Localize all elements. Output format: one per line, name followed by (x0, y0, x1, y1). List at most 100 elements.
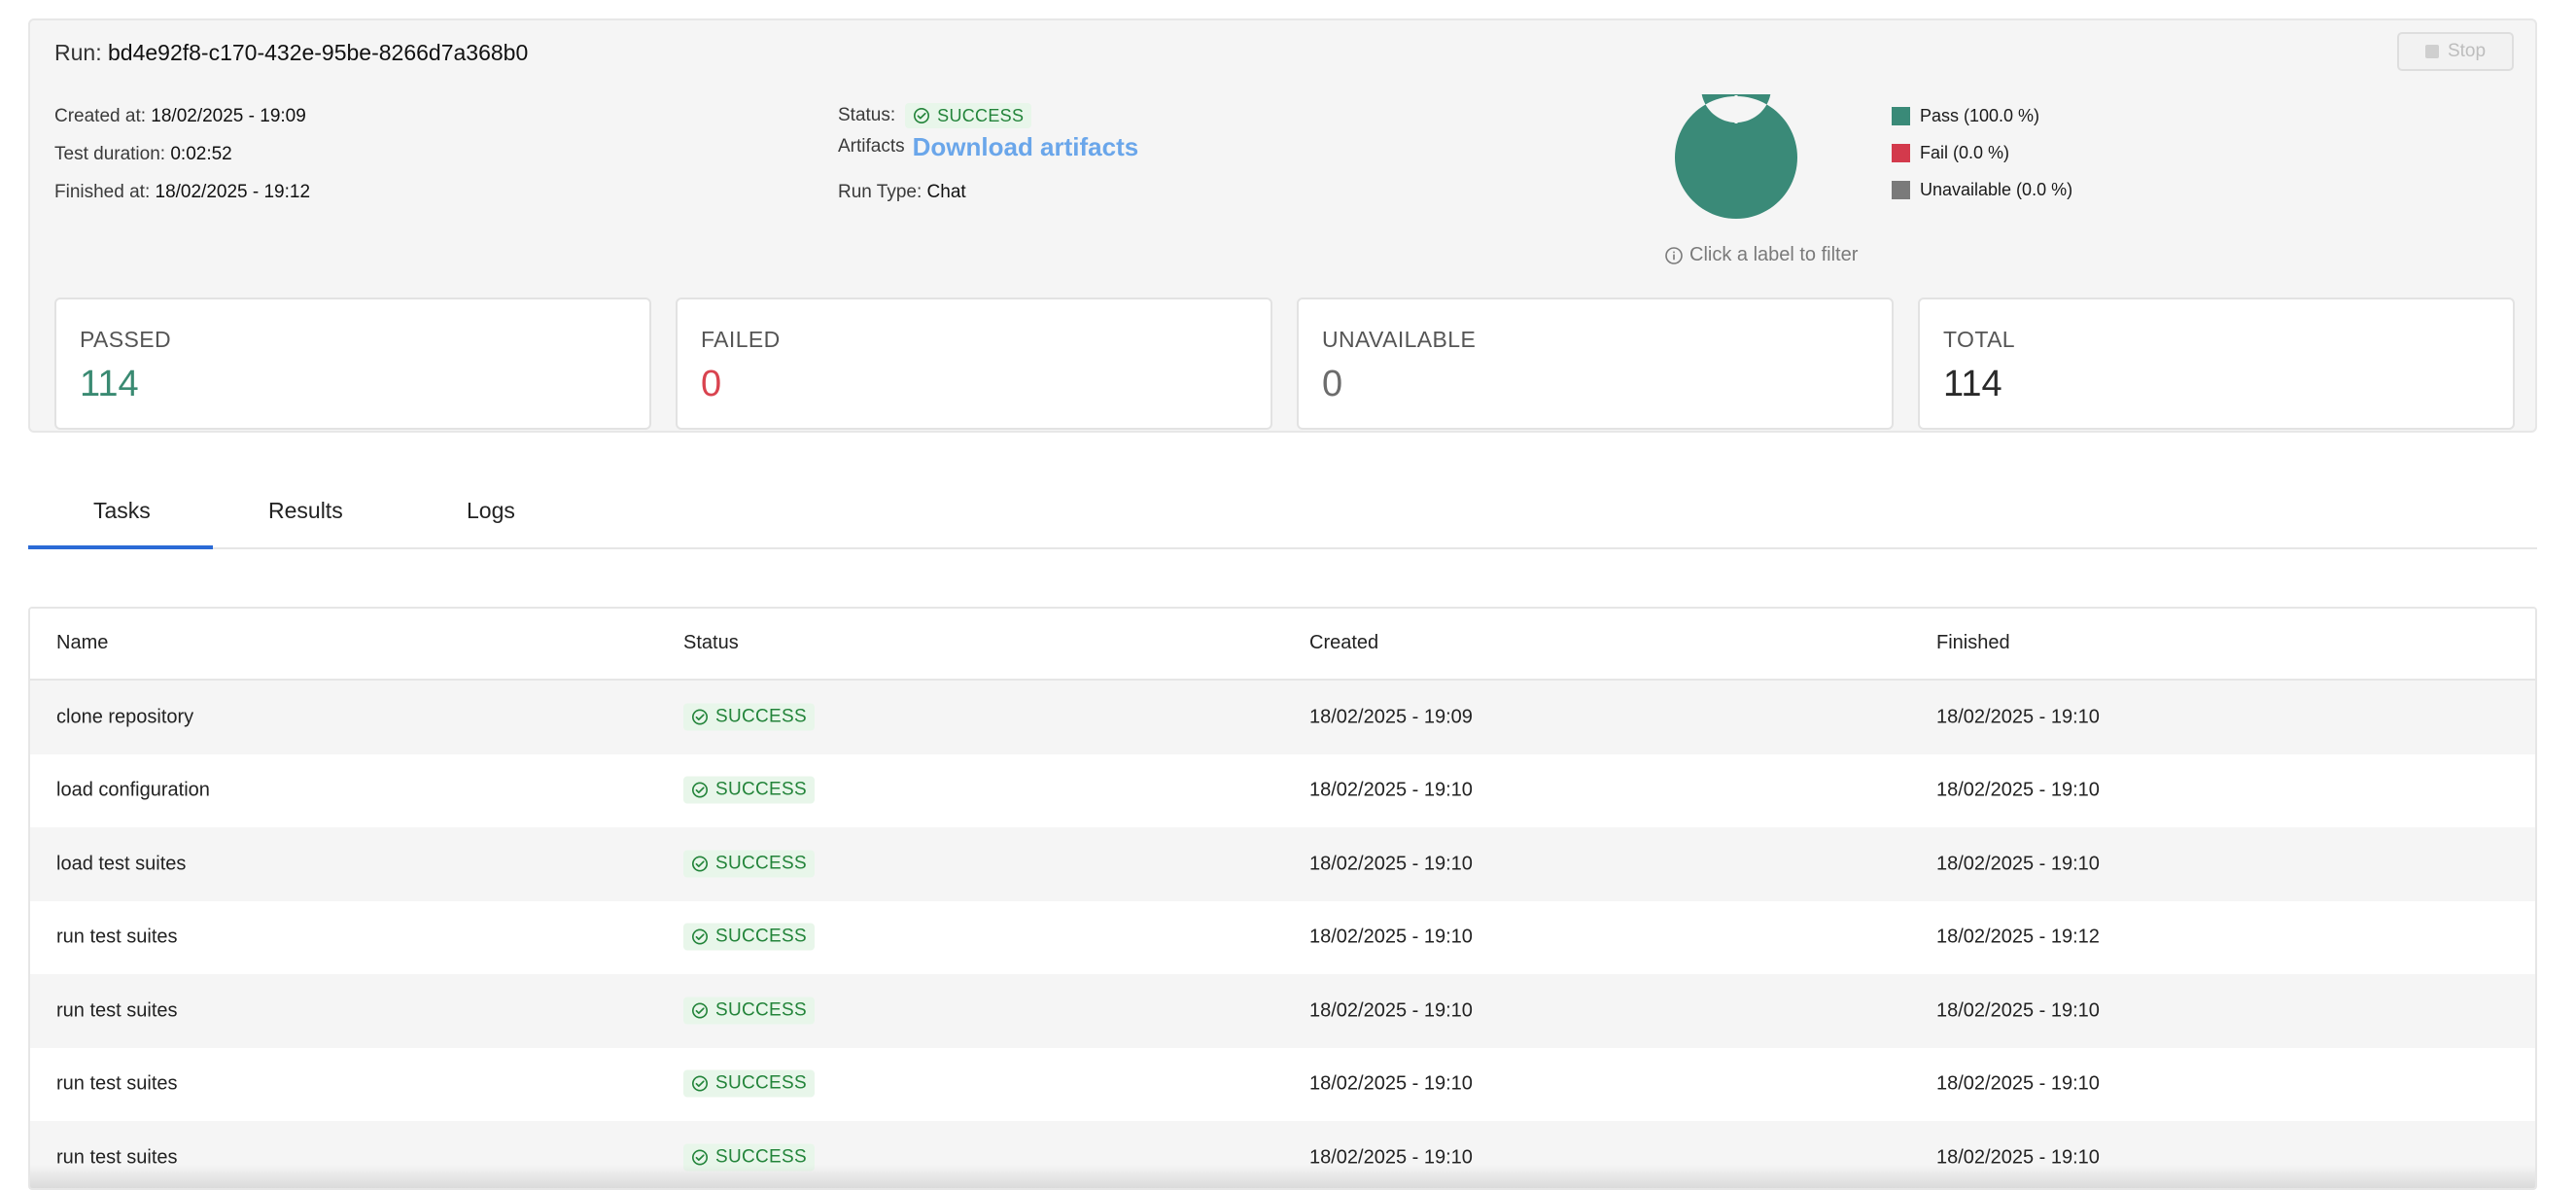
download-artifacts-link[interactable]: Download artifacts (913, 134, 1139, 159)
run-status-label: Status: (838, 105, 896, 125)
card-unavailable-label: UNAVAILABLE (1322, 327, 1477, 352)
created-at: Created at: 18/02/2025 - 19:09 (54, 107, 306, 126)
task-status: SUCCESS (683, 997, 815, 1025)
status-badge-text: SUCCESS (715, 706, 807, 727)
tab-logs[interactable]: Logs (467, 498, 515, 524)
run-status: Status: SUCCESS (838, 103, 1032, 128)
legend-swatch-unavailable (1892, 181, 1910, 199)
task-created: 18/02/2025 - 19:09 (1309, 706, 1473, 728)
stop-button[interactable]: Stop (2397, 32, 2514, 71)
run-type-label: Run Type: (838, 182, 922, 202)
check-circle-icon (691, 1002, 709, 1019)
task-finished: 18/02/2025 - 19:10 (1936, 999, 2100, 1022)
run-type: Run Type: Chat (838, 183, 966, 202)
legend-swatch-fail (1892, 144, 1910, 162)
legend-swatch-pass (1892, 107, 1910, 125)
card-passed-value: 114 (80, 364, 139, 404)
artifacts-label: Artifacts (838, 136, 905, 157)
legend-item-unavailable[interactable]: Unavailable (0.0 %) (1892, 180, 2072, 200)
check-circle-icon (691, 856, 709, 872)
task-status: SUCCESS (683, 923, 815, 952)
table-row[interactable]: run test suites SUCCESS 18/02/2025 - 19:10… (30, 1048, 2535, 1122)
status-badge: SUCCESS (683, 850, 815, 878)
status-badge-text: SUCCESS (715, 999, 807, 1021)
table-row[interactable]: load configuration SUCCESS 18/02/2025 - 19… (30, 754, 2535, 828)
task-name: load configuration (56, 779, 210, 801)
task-name: run test suites (56, 999, 178, 1022)
table-row[interactable]: load test suites SUCCESS 18/02/2025 - 19:1… (30, 827, 2535, 901)
status-badge-text: SUCCESS (715, 853, 807, 874)
task-status: SUCCESS (683, 1069, 815, 1099)
task-finished: 18/02/2025 - 19:10 (1936, 779, 2100, 801)
stop-square-icon (2424, 45, 2439, 58)
status-badge: SUCCESS (683, 997, 815, 1025)
table-row[interactable]: clone repository SUCCESS 18/02/2025 - 19:0… (30, 681, 2535, 754)
created-at-value: 18/02/2025 - 19:09 (151, 106, 306, 126)
filter-hint: Click a label to filter (1664, 244, 1858, 266)
table-header: Name Status Created Finished (30, 609, 2535, 681)
card-total-label: TOTAL (1943, 327, 2015, 352)
column-header-created[interactable]: Created (1309, 632, 1378, 654)
task-created: 18/02/2025 - 19:10 (1309, 779, 1473, 801)
task-name: run test suites (56, 926, 178, 948)
tab-bar: Tasks Results Logs (28, 476, 2537, 549)
status-badge: SUCCESS (683, 923, 815, 951)
card-passed: PASSED 114 (54, 298, 651, 430)
legend-label-pass: Pass (100.0 %) (1920, 106, 2040, 125)
finished-at: Finished at: 18/02/2025 - 19:12 (54, 183, 310, 202)
task-created: 18/02/2025 - 19:10 (1309, 926, 1473, 948)
card-failed-label: FAILED (701, 327, 781, 352)
run-label: Run: (54, 40, 102, 65)
check-circle-icon (691, 782, 709, 798)
card-failed: FAILED 0 (676, 298, 1272, 430)
task-name: load test suites (56, 853, 187, 875)
check-circle-icon (914, 107, 930, 124)
test-duration: Test duration: 0:02:52 (54, 145, 232, 164)
task-status: SUCCESS (683, 703, 815, 731)
task-name: run test suites (56, 1072, 178, 1095)
card-unavailable: UNAVAILABLE 0 (1297, 298, 1894, 430)
run-summary-panel: Run: bd4e92f8-c170-432e-95be-8266d7a368b… (28, 18, 2537, 433)
check-circle-icon (691, 1075, 709, 1092)
task-name: clone repository (56, 706, 194, 728)
tasks-table: Name Status Created Finished clone repos… (28, 607, 2537, 1190)
task-finished: 18/02/2025 - 19:12 (1936, 926, 2100, 948)
legend-item-pass[interactable]: Pass (100.0 %) (1892, 106, 2039, 126)
task-finished: 18/02/2025 - 19:10 (1936, 1072, 2100, 1095)
legend-label-unavailable: Unavailable (0.0 %) (1920, 180, 2073, 199)
run-id: bd4e92f8-c170-432e-95be-8266d7a368b0 (107, 40, 529, 65)
tab-results[interactable]: Results (268, 498, 343, 524)
column-header-name[interactable]: Name (56, 632, 108, 654)
task-finished: 18/02/2025 - 19:10 (1936, 706, 2100, 728)
status-badge-text: SUCCESS (715, 1072, 807, 1094)
result-donut-chart[interactable] (1673, 94, 1799, 221)
artifacts: Artifacts Download artifacts (838, 134, 1139, 159)
finished-at-value: 18/02/2025 - 19:12 (155, 182, 311, 202)
task-created: 18/02/2025 - 19:10 (1309, 999, 1473, 1022)
column-header-finished[interactable]: Finished (1936, 632, 2010, 654)
run-type-value: Chat (926, 182, 966, 202)
task-status: SUCCESS (683, 850, 815, 878)
task-finished: 18/02/2025 - 19:10 (1936, 853, 2100, 875)
test-duration-value: 0:02:52 (170, 144, 232, 164)
task-created: 18/02/2025 - 19:10 (1309, 853, 1473, 875)
column-header-status[interactable]: Status (683, 632, 739, 654)
card-unavailable-value: 0 (1322, 364, 1343, 404)
card-total-value: 114 (1943, 364, 2002, 404)
card-total: TOTAL 114 (1918, 298, 2515, 430)
status-badge: SUCCESS (683, 703, 815, 731)
legend-item-fail[interactable]: Fail (0.0 %) (1892, 143, 2009, 163)
legend-label-fail: Fail (0.0 %) (1920, 143, 2010, 162)
tab-tasks[interactable]: Tasks (93, 498, 151, 524)
info-circle-icon (1665, 246, 1683, 264)
check-circle-icon (691, 928, 709, 945)
table-row[interactable]: run test suites SUCCESS 18/02/2025 - 19:10… (30, 901, 2535, 975)
status-badge: SUCCESS (683, 1069, 815, 1098)
table-row[interactable]: run test suites SUCCESS 18/02/2025 - 19:10… (30, 974, 2535, 1048)
run-title: Run: bd4e92f8-c170-432e-95be-8266d7a368b… (54, 40, 528, 66)
status-badge-text: SUCCESS (937, 106, 1025, 125)
status-badge: SUCCESS (905, 103, 1032, 128)
task-status: SUCCESS (683, 776, 815, 805)
check-circle-icon (691, 1149, 709, 1166)
table-body: clone repository SUCCESS 18/02/2025 - 19:0… (30, 681, 2535, 1188)
